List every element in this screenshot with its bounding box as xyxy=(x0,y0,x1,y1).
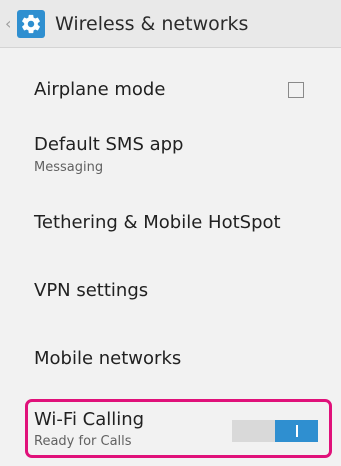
toggle-on-mark xyxy=(295,425,298,437)
wifi-calling-status: Ready for Calls xyxy=(34,434,132,449)
tethering-label: Tethering & Mobile HotSpot xyxy=(34,212,281,233)
vpn-row[interactable]: VPN settings xyxy=(0,258,341,326)
toggle-knob xyxy=(275,420,318,442)
default-sms-value: Messaging xyxy=(34,160,104,175)
airplane-mode-label: Airplane mode xyxy=(34,79,166,100)
chevron-left-icon[interactable]: ‹ xyxy=(5,15,17,32)
gear-icon-svg xyxy=(22,14,40,33)
wifi-calling-label: Wi-Fi Calling xyxy=(34,409,145,430)
mobile-networks-label: Mobile networks xyxy=(34,348,182,369)
wifi-calling-toggle[interactable] xyxy=(232,420,318,442)
default-sms-row[interactable]: Default SMS app Messaging xyxy=(0,122,341,190)
settings-screen: ‹ Wireless & networks Airplane mode Defa… xyxy=(0,0,341,466)
action-bar: ‹ Wireless & networks xyxy=(0,0,341,48)
vpn-label: VPN settings xyxy=(34,280,149,301)
airplane-mode-row[interactable]: Airplane mode xyxy=(0,60,341,120)
airplane-mode-checkbox[interactable] xyxy=(288,82,304,98)
tethering-row[interactable]: Tethering & Mobile HotSpot xyxy=(0,192,341,256)
page-title: Wireless & networks xyxy=(55,12,249,35)
gear-icon[interactable] xyxy=(17,9,45,38)
mobile-networks-row[interactable]: Mobile networks xyxy=(0,328,341,392)
default-sms-label: Default SMS app xyxy=(34,134,184,155)
